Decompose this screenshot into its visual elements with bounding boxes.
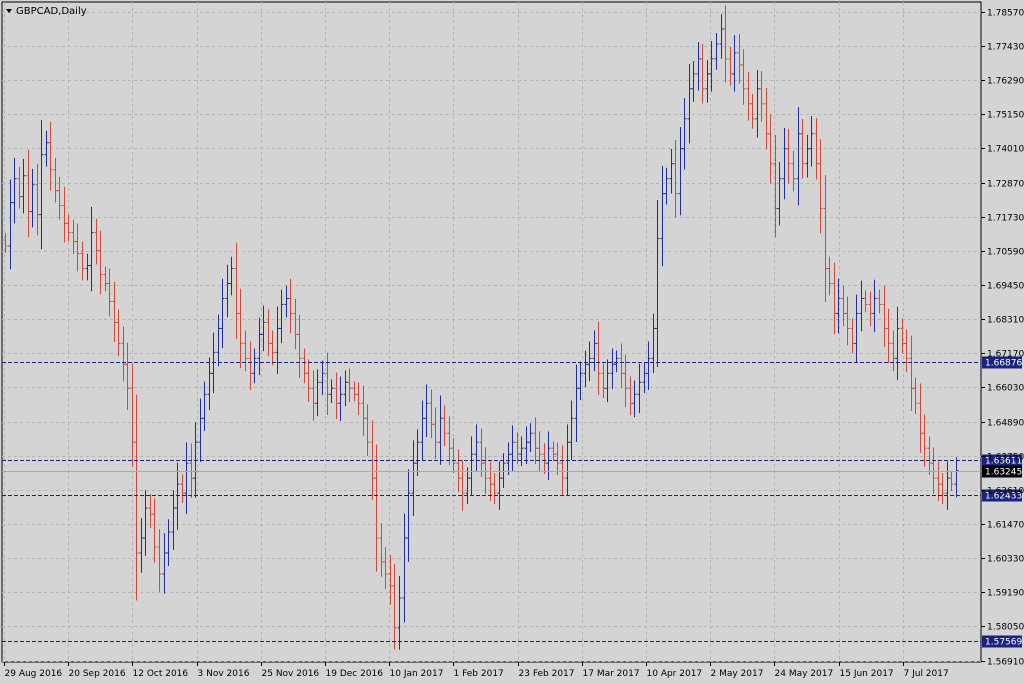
y-tick-label: 1.76290 — [987, 77, 1024, 87]
x-tick-label: 12 Oct 2016 — [133, 669, 189, 679]
chart-window[interactable]: 1.66876 1.63611 1.62433 1.57569 1.63245 1.78… — [0, 0, 1024, 683]
y-tick-label: 1.75150 — [987, 111, 1024, 121]
current-price-label: 1.63245 — [985, 468, 1022, 478]
y-tick-label: 1.64890 — [987, 419, 1024, 429]
x-tick-label: 29 Aug 2016 — [5, 669, 63, 679]
y-tick-label: 1.69450 — [987, 282, 1024, 292]
x-tick-label: 20 Sep 2016 — [69, 669, 126, 679]
x-tick-label: 7 Jul 2017 — [904, 669, 949, 679]
y-tick-label: 1.60330 — [987, 555, 1024, 565]
x-tick-label: 24 May 2017 — [775, 669, 834, 679]
y-tick-label: 1.62610 — [987, 487, 1024, 497]
symbol-title[interactable]: GBPCAD,Daily — [6, 6, 87, 17]
x-tick-label: 15 Jun 2017 — [840, 669, 894, 679]
x-tick-label: 3 Nov 2016 — [198, 669, 250, 679]
x-tick-label: 1 Feb 2017 — [454, 669, 504, 679]
level-tag-label: 1.66876 — [985, 359, 1022, 369]
y-tick-label: 1.67170 — [987, 350, 1024, 360]
price-chart[interactable]: 1.668761.636111.624331.575691.63245 1.78… — [0, 0, 1024, 683]
y-tick-label: 1.63750 — [987, 453, 1024, 463]
chart-title: GBPCAD,Daily — [16, 6, 87, 17]
y-tick-label: 1.77430 — [987, 43, 1024, 53]
x-tick-label: 19 Dec 2016 — [326, 669, 384, 679]
price-axis: 1.78570 1.77430 1.76290 1.75150 1.74010 1.728… — [981, 9, 1024, 668]
y-tick-label: 1.59190 — [987, 589, 1024, 599]
x-tick-label: 25 Nov 2016 — [262, 669, 320, 679]
x-tick-label: 10 Jan 2017 — [390, 669, 444, 679]
level-tag-label: 1.57569 — [985, 638, 1022, 648]
y-tick-label: 1.58050 — [987, 623, 1024, 633]
x-tick-label: 2 May 2017 — [711, 669, 764, 679]
y-tick-label: 1.72870 — [987, 180, 1024, 190]
y-tick-label: 1.56910 — [987, 658, 1024, 668]
y-tick-label: 1.74010 — [987, 145, 1024, 155]
y-tick-label: 1.78570 — [987, 9, 1024, 19]
x-tick-label: 17 Mar 2017 — [583, 669, 640, 679]
x-tick-label: 23 Feb 2017 — [519, 669, 575, 679]
y-tick-label: 1.68310 — [987, 316, 1024, 326]
y-tick-label: 1.70590 — [987, 248, 1024, 258]
x-tick-label: 10 Apr 2017 — [647, 669, 703, 679]
y-tick-label: 1.66030 — [987, 384, 1024, 394]
y-tick-label: 1.71730 — [987, 214, 1024, 224]
y-tick-label: 1.61470 — [987, 521, 1024, 531]
time-axis: 29 Aug 2016 20 Sep 2016 12 Oct 2016 3 Nov 2… — [4, 662, 949, 679]
